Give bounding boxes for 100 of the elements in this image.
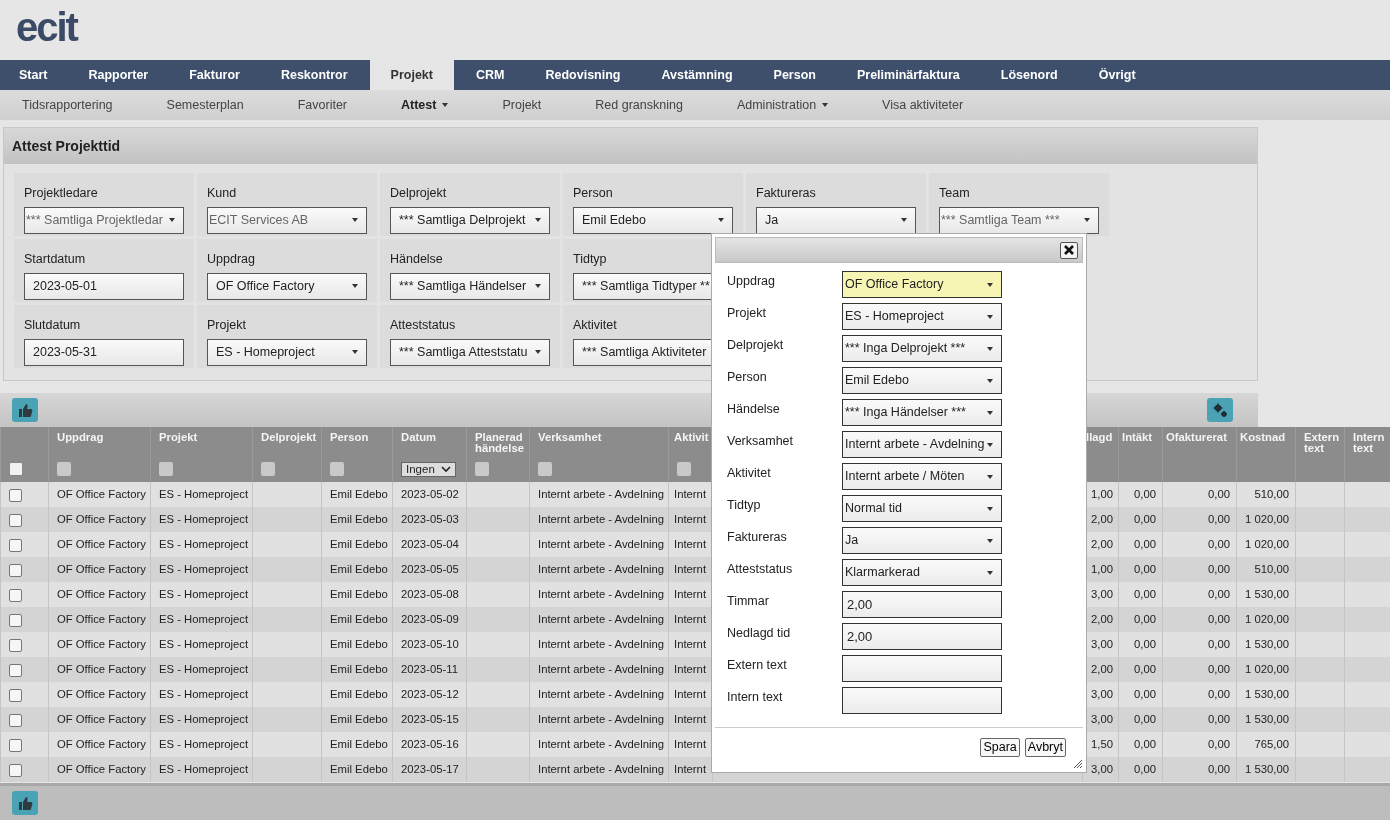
nav-tab[interactable]: Avstämning	[642, 60, 752, 90]
nav-tab[interactable]: Reskontror	[261, 60, 367, 90]
table-cell: 1,00	[1091, 563, 1113, 576]
table-cell: Emil Edebo	[330, 713, 388, 726]
table-cell: ES - Homeproject	[159, 613, 249, 626]
column-filter-select[interactable]: Ingen	[401, 462, 456, 477]
row-checkbox[interactable]	[9, 613, 22, 627]
table-cell: 0,00	[1134, 563, 1156, 576]
select-field[interactable]: Internt arbete / Möten	[842, 463, 1002, 490]
nav-tab[interactable]: Övrigt	[1079, 60, 1155, 90]
table-cell: Internt	[674, 513, 707, 526]
nav-tab[interactable]: Lösenord	[981, 60, 1077, 90]
select-field[interactable]: Emil Edebo	[842, 367, 1002, 394]
settings-button[interactable]	[1207, 398, 1233, 422]
row-checkbox[interactable]	[9, 638, 22, 652]
select-field[interactable]: OF Office Factory	[842, 271, 1002, 298]
select-field[interactable]: Normal tid	[842, 495, 1002, 522]
table-cell: Internt arbete - Avdelning	[538, 763, 665, 776]
subnav-link[interactable]: Administration	[736, 95, 829, 115]
row-checkbox[interactable]	[9, 663, 22, 677]
table-cell: ES - Homeproject	[159, 663, 249, 676]
nav-tab[interactable]: Start	[0, 60, 67, 90]
input-field[interactable]	[842, 655, 1002, 682]
subnav-link[interactable]: Favoriter	[297, 95, 347, 115]
table-cell: Internt	[674, 763, 707, 776]
column-checkbox[interactable]	[330, 461, 344, 476]
nav-tab[interactable]: Person	[754, 60, 835, 90]
dialog-button[interactable]: Avbryt	[1024, 738, 1066, 757]
nav-tab[interactable]: Preliminärfaktura	[837, 60, 979, 90]
table-cell: 2023-05-09	[401, 613, 459, 626]
subnav-link[interactable]: Visa aktiviteter	[882, 95, 964, 115]
row-checkbox[interactable]	[9, 563, 22, 577]
table-cell: 1 020,00	[1245, 538, 1289, 551]
column-checkbox[interactable]	[57, 461, 71, 476]
filter-label: Händelse	[390, 251, 443, 268]
column-checkbox[interactable]	[538, 461, 552, 476]
nav-tab[interactable]: Rapporter	[69, 60, 168, 90]
select-all-checkbox[interactable]	[9, 461, 23, 476]
table-cell: Internt arbete - Avdelning	[538, 488, 665, 501]
subnav-link[interactable]: Attest	[401, 95, 449, 115]
row-checkbox[interactable]	[9, 488, 22, 502]
row-checkbox[interactable]	[9, 588, 22, 602]
nav-tab[interactable]: Fakturor	[170, 60, 259, 90]
row-checkbox[interactable]	[9, 763, 22, 777]
column-checkbox[interactable]	[677, 461, 691, 476]
filter-select[interactable]: Ja	[756, 206, 916, 234]
table-cell: 0,00	[1208, 613, 1230, 626]
select-field[interactable]: Klarmarkerad	[842, 559, 1002, 586]
subnav-link[interactable]: Projekt	[502, 95, 542, 115]
column-checkbox[interactable]	[261, 461, 275, 476]
select-field[interactable]: Ja	[842, 527, 1002, 554]
filter-select[interactable]: *** Samtliga Händelser	[390, 272, 550, 300]
approve-button[interactable]	[12, 791, 38, 815]
nav-tab[interactable]: CRM	[457, 60, 524, 90]
table-cell: 0,00	[1134, 713, 1156, 726]
column-checkbox[interactable]	[159, 461, 173, 476]
filter-select[interactable]: ES - Homeproject	[207, 338, 367, 366]
date-field[interactable]: 2023-05-31	[24, 338, 184, 366]
nav-tab[interactable]: Redovisning	[526, 60, 640, 90]
field-label: Händelse	[727, 401, 781, 418]
table-cell: Emil Edebo	[330, 663, 388, 676]
input-field[interactable]	[842, 687, 1002, 714]
subnav-link[interactable]: Tidsrapportering	[22, 95, 113, 115]
subnav-link[interactable]: Semesterplan	[166, 95, 244, 115]
row-checkbox[interactable]	[9, 538, 22, 552]
filter-select[interactable]: *** Samtliga Delprojekt	[390, 206, 550, 234]
table-cell: 0,00	[1134, 688, 1156, 701]
select-field[interactable]: *** Inga Delprojekt ***	[842, 335, 1002, 362]
table-cell: Internt arbete - Avdelning	[538, 688, 665, 701]
date-field[interactable]: 2023-05-01	[24, 272, 184, 300]
row-checkbox[interactable]	[9, 513, 22, 527]
row-checkbox[interactable]	[9, 738, 22, 752]
select-field[interactable]: *** Inga Händelser ***	[842, 399, 1002, 426]
chevron-icon	[440, 466, 451, 473]
filter-select[interactable]: *** Samtliga Atteststatu	[390, 338, 550, 366]
row-checkbox[interactable]	[9, 688, 22, 702]
field-label: Nedlagd tid	[727, 625, 792, 642]
table-cell: Internt	[674, 638, 707, 651]
filter-select[interactable]: Emil Edebo	[573, 206, 733, 234]
field-label: Verksamhet	[727, 433, 794, 450]
table-cell: ES - Homeproject	[159, 713, 249, 726]
input-field[interactable]: 2,00	[842, 591, 1002, 618]
field-label: Timmar	[727, 593, 770, 610]
table-cell: OF Office Factory	[57, 763, 146, 776]
subnav-link[interactable]: Red granskning	[595, 95, 683, 115]
select-field[interactable]: Internt arbete - Avdelning	[842, 431, 1002, 458]
table-cell: 1 020,00	[1245, 663, 1289, 676]
row-checkbox[interactable]	[9, 713, 22, 727]
filter-select[interactable]: OF Office Factory	[207, 272, 367, 300]
approve-button[interactable]	[12, 398, 38, 422]
close-button[interactable]	[1060, 241, 1078, 259]
table-cell: 2023-05-12	[401, 688, 459, 701]
column-checkbox[interactable]	[475, 461, 489, 476]
nav-tab[interactable]: Projekt	[369, 60, 454, 90]
select-field[interactable]: ES - Homeproject	[842, 303, 1002, 330]
input-field[interactable]: 2,00	[842, 623, 1002, 650]
field-label: Aktivitet	[727, 465, 772, 482]
table-cell: 3,00	[1091, 713, 1113, 726]
table-cell: 0,00	[1208, 488, 1230, 501]
dialog-button[interactable]: Spara	[980, 738, 1020, 757]
